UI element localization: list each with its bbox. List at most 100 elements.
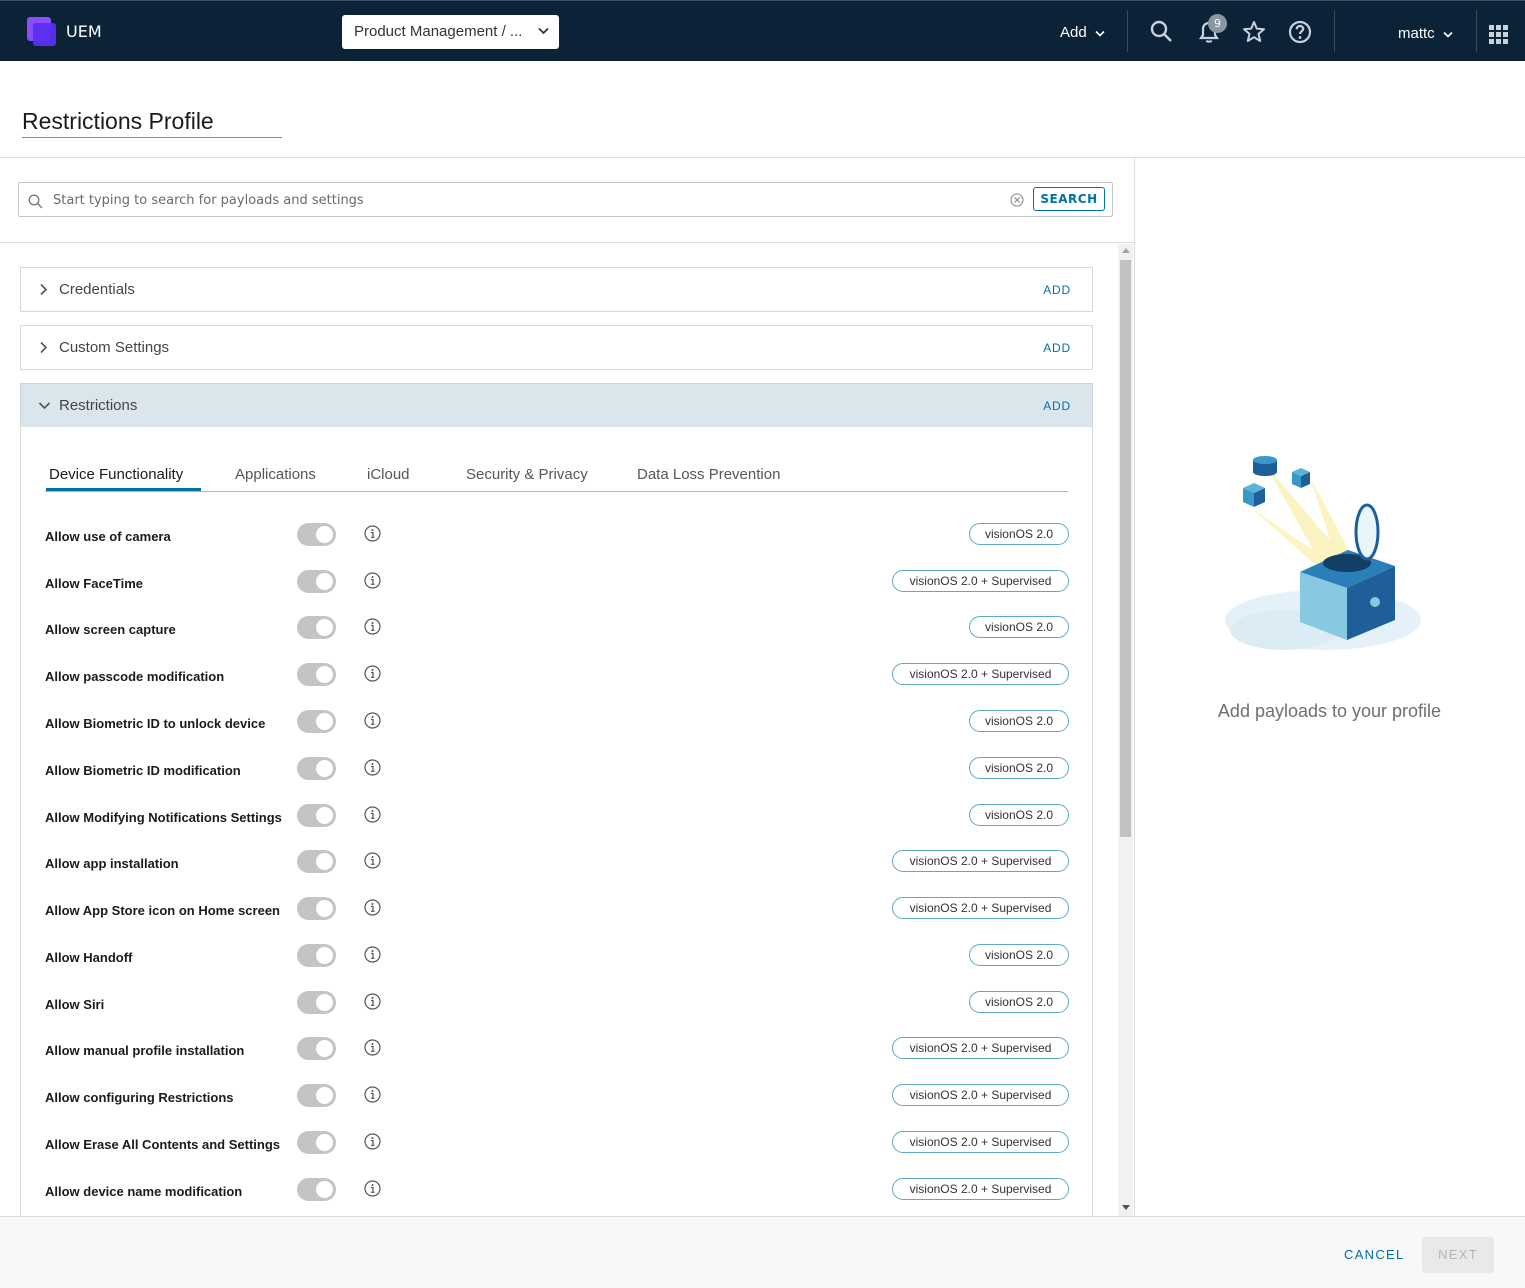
profile-name-input[interactable]: Restrictions Profile [22, 108, 214, 135]
info-icon[interactable] [364, 665, 381, 682]
divider [0, 157, 1525, 158]
platform-badge: visionOS 2.0 + Supervised [892, 1178, 1069, 1200]
setting-label: Allow device name modification [45, 1184, 243, 1199]
add-custom-settings-button[interactable]: ADD [1043, 341, 1071, 355]
chevron-down-icon [538, 27, 549, 35]
chevron-down-icon [1095, 30, 1105, 37]
setting-row: Allow app installation visionOS 2.0 + Su… [45, 850, 1069, 886]
platform-badge: visionOS 2.0 + Supervised [892, 663, 1069, 685]
setting-row: Allow Biometric ID to unlock device visi… [45, 710, 1069, 746]
setting-row: Allow configuring Restrictions visionOS … [45, 1084, 1069, 1120]
info-icon[interactable] [364, 572, 381, 589]
payload-custom-settings[interactable]: Custom Settings ADD [20, 325, 1093, 370]
active-tab-indicator [46, 488, 201, 491]
app-name[interactable]: UEM [66, 22, 102, 41]
tab-icloud[interactable]: iCloud [367, 466, 410, 483]
info-icon[interactable] [364, 712, 381, 729]
info-icon[interactable] [364, 759, 381, 776]
setting-toggle[interactable] [297, 710, 336, 733]
platform-badge: visionOS 2.0 [969, 757, 1069, 779]
setting-label: Allow use of camera [45, 529, 171, 544]
setting-label: Allow configuring Restrictions [45, 1090, 234, 1105]
tab-data-loss-prevention[interactable]: Data Loss Prevention [637, 466, 780, 483]
setting-row: Allow Modifying Notifications Settings v… [45, 804, 1069, 840]
scroll-down-arrow-icon[interactable] [1122, 1205, 1130, 1210]
chevron-right-icon[interactable] [39, 341, 48, 354]
add-restrictions-button[interactable]: ADD [1043, 399, 1071, 413]
cancel-button[interactable]: CANCEL [1344, 1247, 1405, 1262]
info-icon[interactable] [364, 1086, 381, 1103]
setting-toggle[interactable] [297, 804, 336, 827]
setting-toggle[interactable] [297, 897, 336, 920]
chevron-down-icon[interactable] [38, 401, 51, 410]
add-credentials-button[interactable]: ADD [1043, 283, 1071, 297]
platform-badge: visionOS 2.0 [969, 523, 1069, 545]
setting-label: Allow Biometric ID modification [45, 763, 241, 778]
info-icon[interactable] [364, 1039, 381, 1056]
setting-toggle[interactable] [297, 944, 336, 967]
setting-label: Allow passcode modification [45, 669, 225, 684]
setting-toggle[interactable] [297, 1131, 336, 1154]
uem-logo-icon[interactable] [27, 17, 56, 46]
search-button[interactable]: SEARCH [1033, 187, 1105, 211]
top-nav-bar: UEM Product Management / ... Add 9 mattc [0, 0, 1525, 61]
info-icon[interactable] [364, 852, 381, 869]
empty-box-illustration [1225, 456, 1421, 650]
info-icon[interactable] [364, 1133, 381, 1150]
info-icon[interactable] [364, 1180, 381, 1197]
setting-toggle[interactable] [297, 616, 336, 639]
setting-row: Allow FaceTime visionOS 2.0 + Supervised [45, 570, 1069, 606]
platform-badge: visionOS 2.0 + Supervised [892, 850, 1069, 872]
info-icon[interactable] [364, 525, 381, 542]
platform-badge: visionOS 2.0 [969, 710, 1069, 732]
setting-row: Allow App Store icon on Home screen visi… [45, 897, 1069, 933]
star-icon[interactable] [1241, 19, 1267, 45]
search-icon [28, 194, 43, 209]
setting-toggle[interactable] [297, 1084, 336, 1107]
scroll-up-arrow-icon[interactable] [1122, 248, 1130, 253]
clear-search-icon[interactable] [1010, 193, 1024, 207]
setting-toggle[interactable] [297, 1178, 336, 1201]
setting-row: Allow device name modification visionOS … [45, 1178, 1069, 1214]
organization-group-select[interactable]: Product Management / ... [342, 15, 559, 49]
user-menu[interactable]: mattc [1398, 25, 1453, 42]
next-button[interactable]: NEXT [1422, 1237, 1494, 1273]
scrollbar[interactable] [1118, 244, 1133, 1216]
info-icon[interactable] [364, 806, 381, 823]
title-underline [22, 137, 282, 138]
setting-label: Allow Handoff [45, 950, 133, 965]
setting-label: Allow app installation [45, 856, 179, 871]
setting-toggle[interactable] [297, 757, 336, 780]
chevron-right-icon[interactable] [39, 283, 48, 296]
setting-toggle[interactable] [297, 570, 336, 593]
setting-row: Allow screen capture visionOS 2.0 [45, 616, 1069, 652]
platform-badge: visionOS 2.0 [969, 991, 1069, 1013]
setting-label: Allow manual profile installation [45, 1043, 245, 1058]
info-icon[interactable] [364, 993, 381, 1010]
scroll-thumb[interactable] [1120, 260, 1131, 837]
payload-restrictions[interactable]: Restrictions ADD [20, 383, 1093, 428]
setting-toggle[interactable] [297, 663, 336, 686]
setting-toggle[interactable] [297, 850, 336, 873]
help-icon[interactable] [1287, 19, 1313, 45]
payload-search-input[interactable]: Start typing to search for payloads and … [18, 182, 1113, 217]
search-icon[interactable] [1149, 19, 1175, 45]
setting-toggle[interactable] [297, 523, 336, 546]
platform-badge: visionOS 2.0 [969, 944, 1069, 966]
setting-toggle[interactable] [297, 991, 336, 1014]
info-icon[interactable] [364, 946, 381, 963]
restrictions-tabs: Device Functionality Applications iCloud… [45, 466, 1068, 492]
info-icon[interactable] [364, 618, 381, 635]
tab-applications[interactable]: Applications [235, 466, 316, 483]
payload-credentials[interactable]: Credentials ADD [20, 267, 1093, 312]
platform-badge: visionOS 2.0 [969, 616, 1069, 638]
app-launcher-icon[interactable] [1489, 25, 1509, 45]
platform-badge: visionOS 2.0 + Supervised [892, 570, 1069, 592]
add-menu-button[interactable]: Add [1060, 24, 1105, 41]
setting-label: Allow Siri [45, 997, 105, 1012]
tab-device-functionality[interactable]: Device Functionality [49, 466, 183, 483]
setting-toggle[interactable] [297, 1037, 336, 1060]
info-icon[interactable] [364, 899, 381, 916]
setting-row: Allow passcode modification visionOS 2.0… [45, 663, 1069, 699]
tab-security-privacy[interactable]: Security & Privacy [466, 466, 588, 483]
